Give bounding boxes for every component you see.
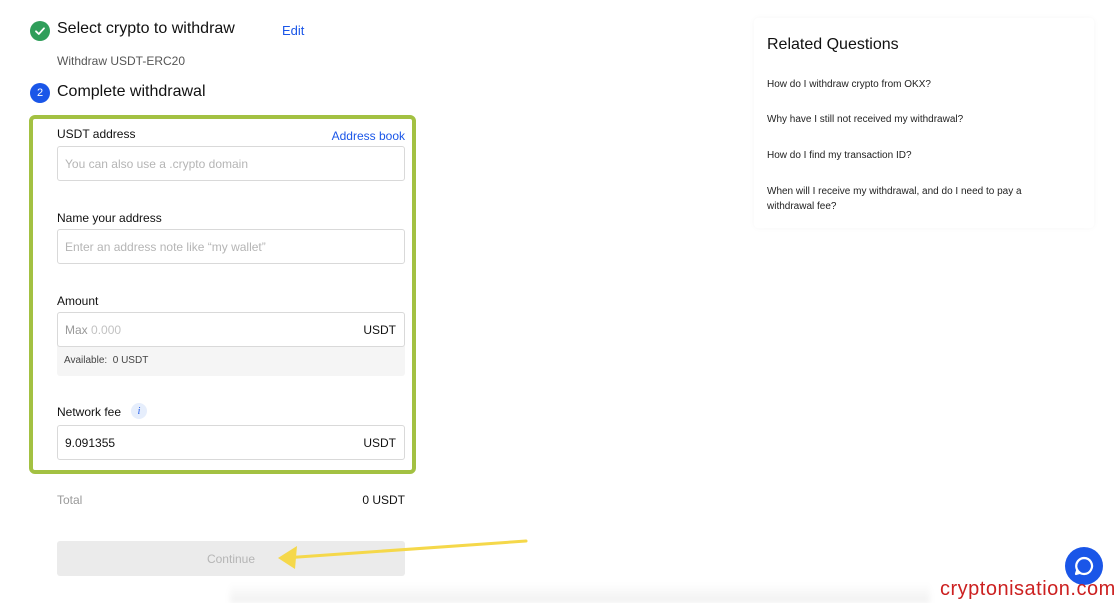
address-book-link[interactable]: Address book <box>332 129 405 143</box>
available-value: 0 USDT <box>112 355 149 366</box>
network-fee-field: 9.091355 USDT <box>57 425 405 460</box>
annotation-arrow-icon <box>278 539 528 569</box>
amount-section: Max 0.000 USDT Available: 0 USDT <box>57 312 405 376</box>
withdrawal-form: USDT address Address book Name your addr… <box>29 115 416 474</box>
chat-bubble-icon <box>1074 556 1094 576</box>
amount-unit: USDT <box>363 323 396 337</box>
amount-label: Amount <box>57 294 99 308</box>
max-button[interactable]: Max <box>65 323 88 337</box>
page-fade <box>230 583 930 603</box>
amount-input[interactable]: Max 0.000 USDT <box>57 312 405 347</box>
selected-crypto-label: Withdraw USDT-ERC20 <box>57 54 186 68</box>
question-link[interactable]: How do I find my transaction ID? <box>767 148 1067 163</box>
step2-number-badge: 2 <box>30 83 50 103</box>
related-questions-panel: Related Questions How do I withdraw cryp… <box>754 18 1094 228</box>
address-label: USDT address <box>57 127 136 141</box>
step1-title: Select crypto to withdraw <box>57 20 235 37</box>
edit-link[interactable]: Edit <box>282 23 304 38</box>
related-questions-title: Related Questions <box>767 36 899 53</box>
total-value: 0 USDT <box>362 493 405 507</box>
question-link[interactable]: How do I withdraw crypto from OKX? <box>767 77 1067 92</box>
watermark: cryptonisation.com <box>940 578 1116 600</box>
info-icon[interactable]: i <box>131 403 147 419</box>
check-icon <box>30 21 50 41</box>
available-balance: Available: 0 USDT <box>64 355 148 366</box>
name-address-label: Name your address <box>57 211 162 225</box>
network-fee-unit: USDT <box>363 436 396 450</box>
total-label: Total <box>57 493 83 507</box>
address-note-input[interactable] <box>57 229 405 264</box>
step2-title: Complete withdrawal <box>57 83 206 100</box>
question-link[interactable]: Why have I still not received my withdra… <box>767 112 1067 127</box>
network-fee-label: Network fee <box>57 405 122 419</box>
network-fee-value: 9.091355 <box>65 436 116 450</box>
amount-placeholder: 0.000 <box>91 323 122 337</box>
question-link[interactable]: When will I receive my withdrawal, and d… <box>767 184 1052 214</box>
available-label: Available: <box>64 355 108 366</box>
address-input[interactable] <box>57 146 405 181</box>
